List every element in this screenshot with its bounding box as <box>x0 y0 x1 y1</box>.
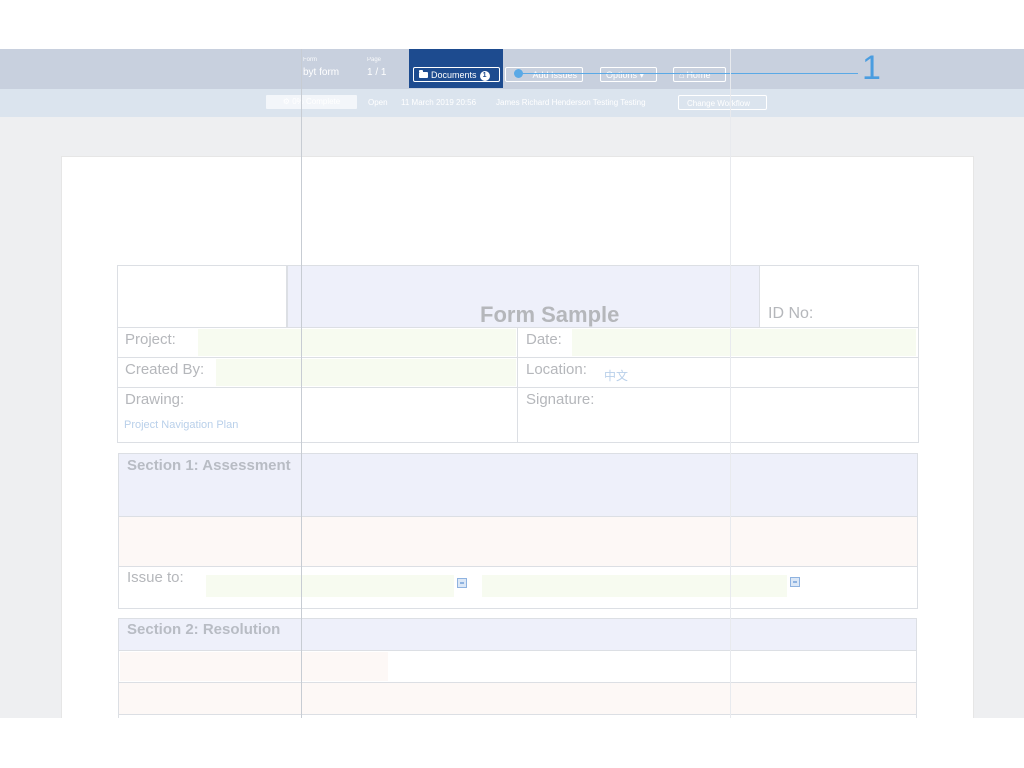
location-value[interactable]: 中文 <box>604 367 628 384</box>
title-cell: Form Sample <box>287 265 760 328</box>
drawing-cell: Drawing: Project Navigation Plan <box>117 387 518 443</box>
callout-line <box>518 73 858 74</box>
home-icon: ⌂ <box>679 70 685 80</box>
location-cell: Location: 中文 <box>517 357 919 388</box>
guide-line <box>301 49 302 718</box>
signature-cell[interactable]: Signature: <box>517 387 919 443</box>
section1-header: Section 1: Assessment <box>118 453 918 517</box>
section2-row-3 <box>118 714 917 718</box>
logo-cell <box>117 265 287 328</box>
issue-to-input-2[interactable] <box>482 575 787 597</box>
section2-title: Section 2: Resolution <box>127 621 281 638</box>
date-label: Date: <box>526 331 562 348</box>
page-total: 1 <box>380 67 387 78</box>
change-workflow-label: Change Workflow <box>687 99 750 108</box>
signature-label: Signature: <box>526 391 595 408</box>
workflow-status: Open <box>368 98 388 107</box>
id-label: ID No: <box>768 305 814 322</box>
issue-to-input-1[interactable] <box>206 575 454 597</box>
section1-title: Section 1: Assessment <box>127 457 291 474</box>
lookup-icon[interactable] <box>457 578 467 588</box>
callout-number: 1 <box>862 49 881 87</box>
documents-count-badge: 1 <box>479 71 490 81</box>
form-field: Form byt form <box>303 57 339 78</box>
options-button[interactable]: Options ▾ <box>600 67 657 82</box>
section2-header: Section 2: Resolution <box>118 618 917 651</box>
form-viewer: Form byt form Page 1 / 1 Documents 1 Add … <box>0 49 1024 718</box>
page-current[interactable]: 1 <box>367 67 373 78</box>
project-input[interactable] <box>198 329 516 356</box>
project-cell: Project: <box>117 327 518 358</box>
complete-button[interactable]: ⚙ 0% Complete <box>266 95 357 109</box>
drawing-value[interactable]: Project Navigation Plan <box>124 419 238 431</box>
workflow-datetime: 11 March 2019 20:56 <box>401 98 477 107</box>
issue-to-row: Issue to: <box>118 566 918 609</box>
callout-dot <box>514 69 523 78</box>
page-field: Page 1 / 1 <box>367 57 386 78</box>
lookup-icon[interactable] <box>790 577 800 587</box>
location-label: Location: <box>526 361 587 378</box>
settings-icon: ⚙ <box>282 97 290 106</box>
created-by-cell: Created By: <box>117 357 518 388</box>
section2-row-1 <box>118 650 917 683</box>
section2-input-1[interactable] <box>120 652 388 681</box>
section1-assessment-field[interactable] <box>118 516 918 567</box>
project-label: Project: <box>125 331 176 348</box>
date-input[interactable] <box>572 329 916 356</box>
folder-icon <box>419 70 428 78</box>
form-label: Form <box>303 57 317 63</box>
created-by-label: Created By: <box>125 361 205 378</box>
date-cell: Date: <box>517 327 919 358</box>
workflow-bar: ⚙ 0% Complete Open 11 March 2019 20:56 J… <box>0 89 1024 117</box>
top-toolbar: Form byt form Page 1 / 1 Documents 1 Add … <box>0 49 1024 89</box>
documents-label: Documents <box>431 70 477 80</box>
form-title: Form Sample <box>480 302 620 327</box>
page-indicator: 1 / 1 <box>367 67 386 78</box>
documents-button[interactable]: Documents 1 <box>413 67 500 82</box>
home-button[interactable]: ⌂ Home <box>673 67 726 82</box>
home-label: Home <box>686 70 711 80</box>
created-by-input[interactable] <box>216 359 516 386</box>
workflow-assignee: James Richard Henderson Testing Testing <box>496 98 646 107</box>
options-label: Options ▾ <box>606 70 645 80</box>
issue-to-label: Issue to: <box>127 569 184 586</box>
drawing-label: Drawing: <box>125 391 185 408</box>
id-cell: ID No: <box>759 265 919 328</box>
section2-row-2[interactable] <box>118 682 917 715</box>
page-label: Page <box>367 57 382 63</box>
form-name[interactable]: byt form <box>303 67 339 78</box>
complete-label: 0% Complete <box>292 97 341 106</box>
add-issues-label: Add Issues <box>532 70 577 80</box>
change-workflow-button[interactable]: Change Workflow <box>678 95 767 110</box>
page-separator: / <box>375 67 379 78</box>
guide-line <box>730 49 731 718</box>
form-page: Form Sample ID No: Project: Date: Create… <box>61 156 974 718</box>
